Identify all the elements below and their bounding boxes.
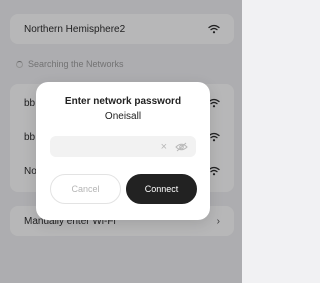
password-field[interactable]: × [50,136,196,157]
clear-icon[interactable]: × [161,141,167,153]
eye-slash-icon[interactable] [175,142,188,152]
dialog-network-name: Oneisall [104,111,142,122]
connect-button[interactable]: Connect [126,174,197,204]
dialog-title: Enter network password [64,96,182,107]
password-input[interactable] [58,141,161,152]
password-dialog: Enter network password Oneisall × Cancel… [36,82,210,220]
cancel-button[interactable]: Cancel [50,174,121,204]
